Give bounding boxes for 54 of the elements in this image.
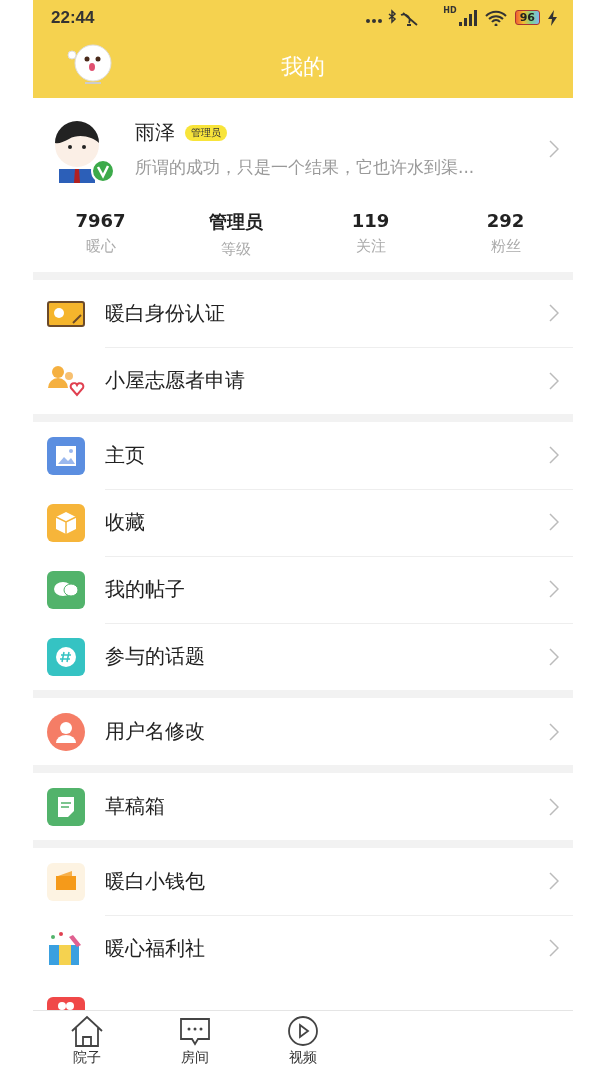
menu-item[interactable]: 用户名修改	[33, 698, 573, 765]
mascot-drawing	[67, 43, 115, 87]
stat-label: 暖心	[85, 237, 116, 256]
chevron-right-icon	[549, 939, 559, 957]
menu-item[interactable]: 暖白身份认证	[33, 280, 573, 347]
menu-item[interactable]: 暖白小钱包	[33, 848, 573, 915]
battery-level: 96	[514, 10, 540, 25]
id-card-icon	[47, 300, 85, 327]
menu-item[interactable]: 主页	[33, 422, 573, 489]
chevron-right-icon	[549, 140, 559, 158]
house-icon	[70, 1014, 104, 1047]
profile-row[interactable]: 雨泽 管理员 所谓的成功，只是一个结果，它也许水到渠...	[33, 98, 573, 200]
stat-label: 关注	[355, 237, 386, 256]
play-icon	[286, 1014, 320, 1047]
stat-value: 管理员	[208, 210, 263, 234]
clock: 22:44	[51, 7, 95, 28]
chevron-right-icon	[549, 371, 559, 390]
menu-item[interactable]: 草稿箱	[33, 773, 573, 840]
stat-value: 292	[486, 210, 525, 231]
cube-icon	[47, 503, 85, 542]
stat-label: 粉丝	[490, 237, 521, 256]
menu-item[interactable]: 参与的话题	[33, 623, 573, 690]
chevron-right-icon	[549, 722, 559, 741]
menu-item[interactable]: 小屋志愿者申请	[33, 347, 573, 414]
page-title: 我的	[281, 52, 325, 81]
tab-item[interactable]: 院子	[33, 1010, 141, 1080]
menu-item[interactable]: 我的帖子	[33, 556, 573, 623]
wallet-icon	[47, 862, 85, 901]
chevron-right-icon	[549, 647, 559, 666]
wifi-icon	[484, 9, 507, 26]
image-icon	[47, 436, 85, 475]
signal-icon	[458, 9, 477, 26]
chevron-right-icon	[549, 513, 559, 531]
chevron-right-icon	[549, 446, 559, 464]
menu-item[interactable]: 收藏	[33, 489, 573, 556]
network-label: HD	[443, 6, 457, 15]
tab-item[interactable]: 房间	[141, 1010, 249, 1080]
hashtag-bubble-icon	[47, 637, 85, 676]
chevron-right-icon	[549, 797, 559, 816]
user-icon	[47, 712, 85, 751]
charging-icon	[548, 9, 557, 26]
chevron-right-icon	[549, 304, 559, 322]
stat-value: 119	[351, 210, 390, 231]
chat-bubbles-icon	[47, 570, 85, 609]
document-icon	[47, 787, 85, 826]
stat-label: 等级	[220, 240, 251, 259]
user-name: 雨泽	[135, 119, 175, 146]
user-bio: 所谓的成功，只是一个结果，它也许水到渠...	[135, 156, 476, 179]
role-tag: 管理员	[185, 124, 227, 141]
people-heart-icon	[47, 363, 85, 398]
stat-value: 7967	[75, 210, 126, 231]
chevron-right-icon	[549, 580, 559, 598]
chevron-right-icon	[549, 872, 559, 890]
tab-item[interactable]: 视频	[249, 1010, 357, 1080]
